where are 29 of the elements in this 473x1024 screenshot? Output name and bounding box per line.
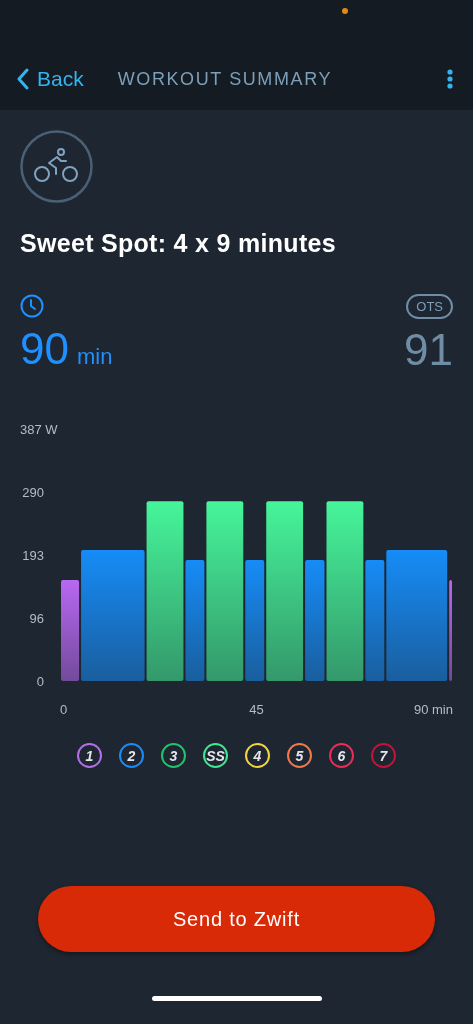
- duration-value: 90: [20, 324, 69, 374]
- axis-label: 45: [249, 702, 264, 717]
- cyclist-icon: [20, 130, 93, 203]
- back-button[interactable]: Back: [16, 67, 84, 91]
- send-button[interactable]: Send to Zwift: [38, 886, 435, 952]
- zone-badge: 3: [161, 743, 186, 768]
- axis-label: 290: [22, 485, 44, 501]
- zone-badge: 5: [287, 743, 312, 768]
- zone-badge: 4: [245, 743, 270, 768]
- ots-value: 91: [404, 325, 453, 375]
- zone-badge: 1: [77, 743, 102, 768]
- axis-label: 90 min: [413, 702, 453, 717]
- axis-label: 0: [60, 702, 68, 717]
- indicator-dot: [342, 8, 348, 14]
- more-icon: [447, 69, 453, 89]
- chevron-left-icon: [16, 68, 29, 90]
- screen-title: WORKOUT SUMMARY: [117, 68, 334, 90]
- zone-badge: 7: [371, 743, 396, 768]
- workout-title: Sweet Spot: 4 x 9 minutes: [20, 229, 337, 258]
- zone-badge: SS: [203, 743, 228, 768]
- axis-label: 193: [22, 548, 44, 564]
- clock-icon: [20, 294, 44, 318]
- zone-badge: 2: [119, 743, 144, 768]
- axis-label: 96: [29, 611, 44, 627]
- axis-label: 387 W: [20, 422, 58, 437]
- duration-unit: min: [76, 344, 113, 370]
- zone-badge: 6: [329, 743, 354, 768]
- axis-label: 0: [36, 674, 44, 689]
- ots-badge: OTS: [406, 294, 453, 319]
